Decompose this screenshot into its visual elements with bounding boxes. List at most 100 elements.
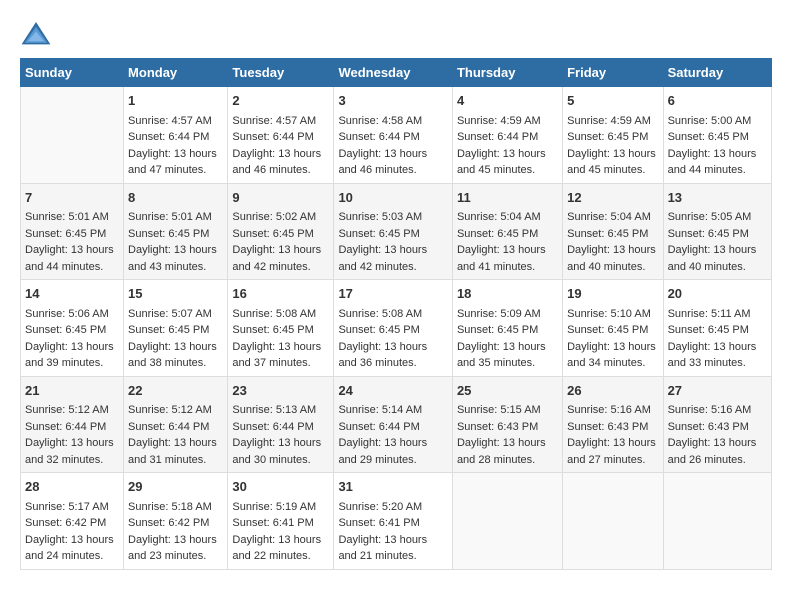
sunset: Sunset: 6:45 PM bbox=[457, 228, 538, 240]
sunrise: Sunrise: 5:14 AM bbox=[338, 404, 422, 416]
sunset: Sunset: 6:45 PM bbox=[128, 324, 209, 336]
sunset: Sunset: 6:44 PM bbox=[128, 131, 209, 143]
daylight: Daylight: 13 hours and 46 minutes. bbox=[338, 148, 427, 177]
daylight: Daylight: 13 hours and 42 minutes. bbox=[232, 244, 321, 273]
day-cell bbox=[563, 473, 663, 570]
calendar-table: SundayMondayTuesdayWednesdayThursdayFrid… bbox=[20, 58, 772, 570]
sunrise: Sunrise: 4:57 AM bbox=[128, 115, 212, 127]
sunset: Sunset: 6:44 PM bbox=[457, 131, 538, 143]
sunset: Sunset: 6:45 PM bbox=[338, 228, 419, 240]
sunset: Sunset: 6:44 PM bbox=[128, 421, 209, 433]
day-cell: 1 Sunrise: 4:57 AM Sunset: 6:44 PM Daylight… bbox=[124, 87, 228, 184]
sunrise: Sunrise: 4:58 AM bbox=[338, 115, 422, 127]
day-cell: 21 Sunrise: 5:12 AM Sunset: 6:44 PM Dayligh… bbox=[21, 376, 124, 473]
day-cell: 18Sunrise: 5:09 AMSunset: 6:45 PMDayligh… bbox=[452, 280, 562, 377]
sunrise: Sunrise: 5:09 AM bbox=[457, 308, 541, 320]
sunrise: Sunrise: 5:10 AM bbox=[567, 308, 651, 320]
sunrise: Sunrise: 5:16 AM bbox=[668, 404, 752, 416]
sunset: Sunset: 6:44 PM bbox=[232, 131, 313, 143]
sunset: Sunset: 6:45 PM bbox=[232, 228, 313, 240]
sunset: Sunset: 6:43 PM bbox=[567, 421, 648, 433]
daylight: Daylight: 13 hours and 41 minutes. bbox=[457, 244, 546, 273]
day-cell: 13Sunrise: 5:05 AMSunset: 6:45 PMDayligh… bbox=[663, 183, 771, 280]
week-row-4: 21 Sunrise: 5:12 AM Sunset: 6:44 PM Dayligh… bbox=[21, 376, 772, 473]
day-number: 16 bbox=[232, 284, 329, 304]
sunrise: Sunrise: 5:06 AM bbox=[25, 308, 109, 320]
sunrise: Sunrise: 5:16 AM bbox=[567, 404, 651, 416]
daylight: Daylight: 13 hours and 38 minutes. bbox=[128, 341, 217, 370]
daylight: Daylight: 13 hours and 33 minutes. bbox=[668, 341, 757, 370]
calendar-header: SundayMondayTuesdayWednesdayThursdayFrid… bbox=[21, 59, 772, 87]
sunset: Sunset: 6:45 PM bbox=[567, 324, 648, 336]
sunrise: Sunrise: 5:12 AM bbox=[25, 404, 109, 416]
day-number: 9 bbox=[232, 188, 329, 208]
day-number: 6 bbox=[668, 91, 767, 111]
day-cell: 8Sunrise: 5:01 AMSunset: 6:45 PMDaylight… bbox=[124, 183, 228, 280]
day-cell bbox=[21, 87, 124, 184]
sunrise: Sunrise: 5:02 AM bbox=[232, 211, 316, 223]
daylight: Daylight: 13 hours and 28 minutes. bbox=[457, 437, 546, 466]
day-number: 25 bbox=[457, 381, 558, 401]
day-number: 21 bbox=[25, 381, 119, 401]
sunset: Sunset: 6:45 PM bbox=[668, 324, 749, 336]
daylight: Daylight: 13 hours and 31 minutes. bbox=[128, 437, 217, 466]
day-cell: 17 Sunrise: 5:08 AM Sunset: 6:45 PM Dayligh… bbox=[334, 280, 453, 377]
day-number: 3 bbox=[338, 91, 448, 111]
sunset: Sunset: 6:41 PM bbox=[338, 517, 419, 529]
sunrise: Sunrise: 5:13 AM bbox=[232, 404, 316, 416]
header-cell-friday: Friday bbox=[563, 59, 663, 87]
day-number: 5 bbox=[567, 91, 658, 111]
daylight: Daylight: 13 hours and 26 minutes. bbox=[668, 437, 757, 466]
day-number: 17 bbox=[338, 284, 448, 304]
day-cell: 5Sunrise: 4:59 AMSunset: 6:45 PMDaylight… bbox=[563, 87, 663, 184]
header-cell-saturday: Saturday bbox=[663, 59, 771, 87]
daylight: Daylight: 13 hours and 47 minutes. bbox=[128, 148, 217, 177]
sunset: Sunset: 6:44 PM bbox=[338, 421, 419, 433]
daylight: Daylight: 13 hours and 40 minutes. bbox=[567, 244, 656, 273]
day-cell: 22Sunrise: 5:12 AMSunset: 6:44 PMDayligh… bbox=[124, 376, 228, 473]
header-cell-tuesday: Tuesday bbox=[228, 59, 334, 87]
sunrise: Sunrise: 5:04 AM bbox=[457, 211, 541, 223]
day-number: 24 bbox=[338, 381, 448, 401]
week-row-1: 1 Sunrise: 4:57 AM Sunset: 6:44 PM Daylight… bbox=[21, 87, 772, 184]
day-cell: 30Sunrise: 5:19 AMSunset: 6:41 PMDayligh… bbox=[228, 473, 334, 570]
sunrise: Sunrise: 5:04 AM bbox=[567, 211, 651, 223]
day-cell: 9 Sunrise: 5:02 AM Sunset: 6:45 PM Daylight… bbox=[228, 183, 334, 280]
sunrise: Sunrise: 5:08 AM bbox=[338, 308, 422, 320]
day-cell: 4Sunrise: 4:59 AMSunset: 6:44 PMDaylight… bbox=[452, 87, 562, 184]
header-cell-monday: Monday bbox=[124, 59, 228, 87]
sunset: Sunset: 6:45 PM bbox=[338, 324, 419, 336]
day-number: 8 bbox=[128, 188, 223, 208]
day-cell: 15Sunrise: 5:07 AMSunset: 6:45 PMDayligh… bbox=[124, 280, 228, 377]
daylight: Daylight: 13 hours and 35 minutes. bbox=[457, 341, 546, 370]
page-header bbox=[20, 20, 772, 48]
calendar-body: 1 Sunrise: 4:57 AM Sunset: 6:44 PM Daylight… bbox=[21, 87, 772, 570]
sunset: Sunset: 6:45 PM bbox=[567, 131, 648, 143]
daylight: Daylight: 13 hours and 27 minutes. bbox=[567, 437, 656, 466]
daylight: Daylight: 13 hours and 44 minutes. bbox=[668, 148, 757, 177]
logo bbox=[20, 20, 56, 48]
daylight: Daylight: 13 hours and 46 minutes. bbox=[232, 148, 321, 177]
day-cell: 20Sunrise: 5:11 AMSunset: 6:45 PMDayligh… bbox=[663, 280, 771, 377]
sunset: Sunset: 6:44 PM bbox=[25, 421, 106, 433]
week-row-5: 28Sunrise: 5:17 AMSunset: 6:42 PMDayligh… bbox=[21, 473, 772, 570]
day-number: 31 bbox=[338, 477, 448, 497]
sunset: Sunset: 6:41 PM bbox=[232, 517, 313, 529]
sunrise: Sunrise: 5:20 AM bbox=[338, 501, 422, 513]
sunset: Sunset: 6:42 PM bbox=[128, 517, 209, 529]
daylight: Daylight: 13 hours and 36 minutes. bbox=[338, 341, 427, 370]
day-cell: 24Sunrise: 5:14 AMSunset: 6:44 PMDayligh… bbox=[334, 376, 453, 473]
day-number: 20 bbox=[668, 284, 767, 304]
header-row: SundayMondayTuesdayWednesdayThursdayFrid… bbox=[21, 59, 772, 87]
daylight: Daylight: 13 hours and 32 minutes. bbox=[25, 437, 114, 466]
day-cell: 28Sunrise: 5:17 AMSunset: 6:42 PMDayligh… bbox=[21, 473, 124, 570]
sunrise: Sunrise: 5:01 AM bbox=[128, 211, 212, 223]
day-cell: 29Sunrise: 5:18 AMSunset: 6:42 PMDayligh… bbox=[124, 473, 228, 570]
day-cell: 6Sunrise: 5:00 AMSunset: 6:45 PMDaylight… bbox=[663, 87, 771, 184]
day-number: 12 bbox=[567, 188, 658, 208]
day-cell: 25Sunrise: 5:15 AMSunset: 6:43 PMDayligh… bbox=[452, 376, 562, 473]
day-number: 28 bbox=[25, 477, 119, 497]
day-number: 1 bbox=[128, 91, 223, 111]
daylight: Daylight: 13 hours and 43 minutes. bbox=[128, 244, 217, 273]
day-cell: 31Sunrise: 5:20 AMSunset: 6:41 PMDayligh… bbox=[334, 473, 453, 570]
